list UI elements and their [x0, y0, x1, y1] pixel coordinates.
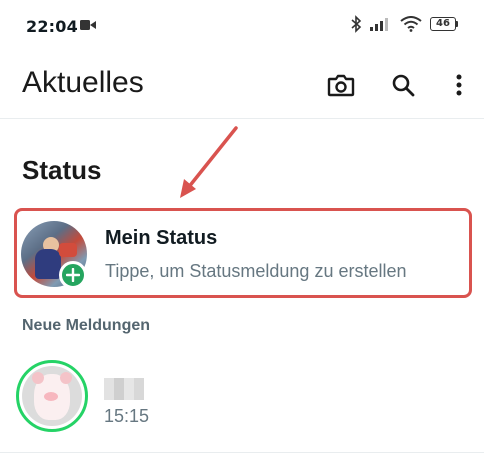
video-camera-icon: [80, 20, 96, 30]
clock: 22:04: [26, 17, 78, 36]
app-bar: Aktuelles: [0, 52, 484, 116]
plus-icon: [66, 268, 80, 282]
list-divider: [0, 452, 484, 453]
camera-button[interactable]: [326, 70, 356, 100]
search-button[interactable]: [388, 70, 418, 100]
my-status-row[interactable]: Mein Status Tippe, um Statusmeldung zu e…: [14, 208, 472, 298]
my-status-name: Mein Status: [105, 227, 218, 249]
recent-updates-heading: Neue Meldungen: [22, 317, 151, 334]
more-options-button[interactable]: [444, 70, 474, 100]
status-icons: 46: [350, 15, 458, 33]
wifi-icon: [400, 16, 422, 32]
battery-icon: 46: [430, 17, 458, 31]
contact-name-redacted: [104, 378, 144, 400]
more-vertical-icon: [456, 74, 462, 96]
unseen-status-ring: [16, 360, 88, 432]
search-icon: [392, 74, 415, 97]
add-status-badge[interactable]: [59, 261, 87, 289]
contact-avatar: [22, 366, 82, 426]
status-update-time: 15:15: [104, 406, 150, 426]
page-title: Aktuelles: [22, 66, 144, 99]
status-section-title: Status: [22, 155, 102, 185]
bluetooth-icon: [351, 15, 362, 33]
signal-icon: [370, 18, 388, 31]
status-update-row[interactable]: 15:15: [0, 350, 484, 446]
battery-level: 46: [430, 17, 456, 31]
camera-icon: [327, 74, 355, 97]
system-status-bar: 22:04 46: [0, 0, 484, 52]
app-bar-divider: [0, 118, 484, 119]
my-status-hint: Tippe, um Statusmeldung zu erstellen: [105, 261, 407, 281]
